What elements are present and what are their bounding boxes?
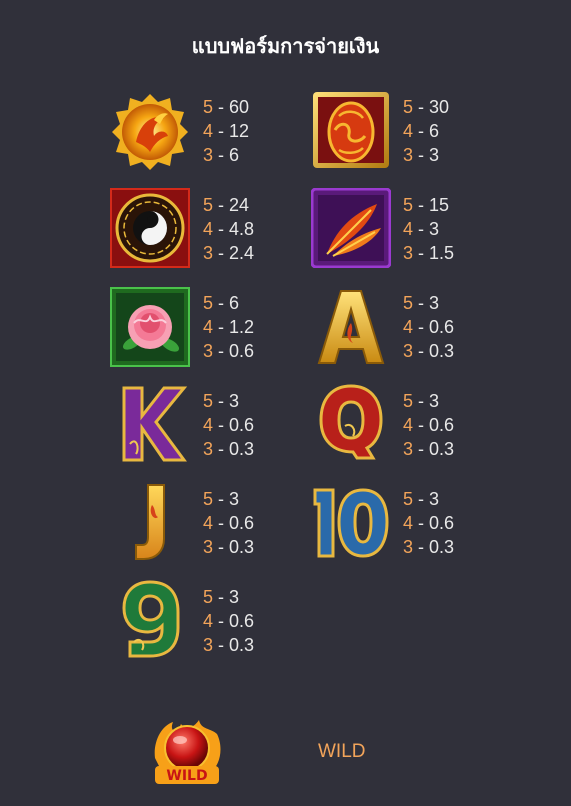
letter-k-icon [110, 384, 190, 464]
paytable-entry-feather: 5 - 15 4 - 3 3 - 1.5 [403, 195, 455, 263]
page-title: แบบฟอร์มการจ่ายเงิน [191, 34, 380, 58]
wild-label: WILD [318, 741, 366, 762]
red-egg-icon [311, 90, 391, 170]
paytable-entry-egg: 5 - 30 4 - 6 3 - 3 [403, 97, 450, 165]
letter-j-icon [110, 481, 190, 561]
paytable-entry-9: 5 - 3 4 - 0.6 3 - 0.3 [203, 587, 255, 655]
number-9-icon [110, 578, 190, 658]
phoenix-gold-icon [110, 92, 190, 172]
paytable-entry-phoenix: 5 - 60 4 - 12 3 - 6 [203, 97, 250, 165]
paytable-entry-10: 5 - 3 4 - 0.6 3 - 0.3 [403, 489, 455, 557]
paytable-entry-j: 5 - 3 4 - 0.6 3 - 0.3 [203, 489, 255, 557]
peony-flower-icon [110, 287, 190, 367]
paytable-entry-a: 5 - 3 4 - 0.6 3 - 0.3 [403, 293, 455, 361]
wild-orb-icon: WILD [147, 712, 227, 792]
paytable-entry-k: 5 - 3 4 - 0.6 3 - 0.3 [203, 391, 255, 459]
letter-a-icon [311, 287, 391, 367]
feather-icon [310, 187, 392, 269]
letter-q-icon [311, 382, 391, 462]
number-10-icon [311, 482, 391, 562]
svg-text:WILD: WILD [166, 768, 207, 784]
paytable-entry-flower: 5 - 6 4 - 1.2 3 - 0.6 [203, 293, 255, 361]
yin-yang-icon [110, 188, 190, 268]
paytable-entry-q: 5 - 3 4 - 0.6 3 - 0.3 [403, 391, 455, 459]
paytable-entry-yinyang: 5 - 24 4 - 4.8 3 - 2.4 [203, 195, 255, 263]
